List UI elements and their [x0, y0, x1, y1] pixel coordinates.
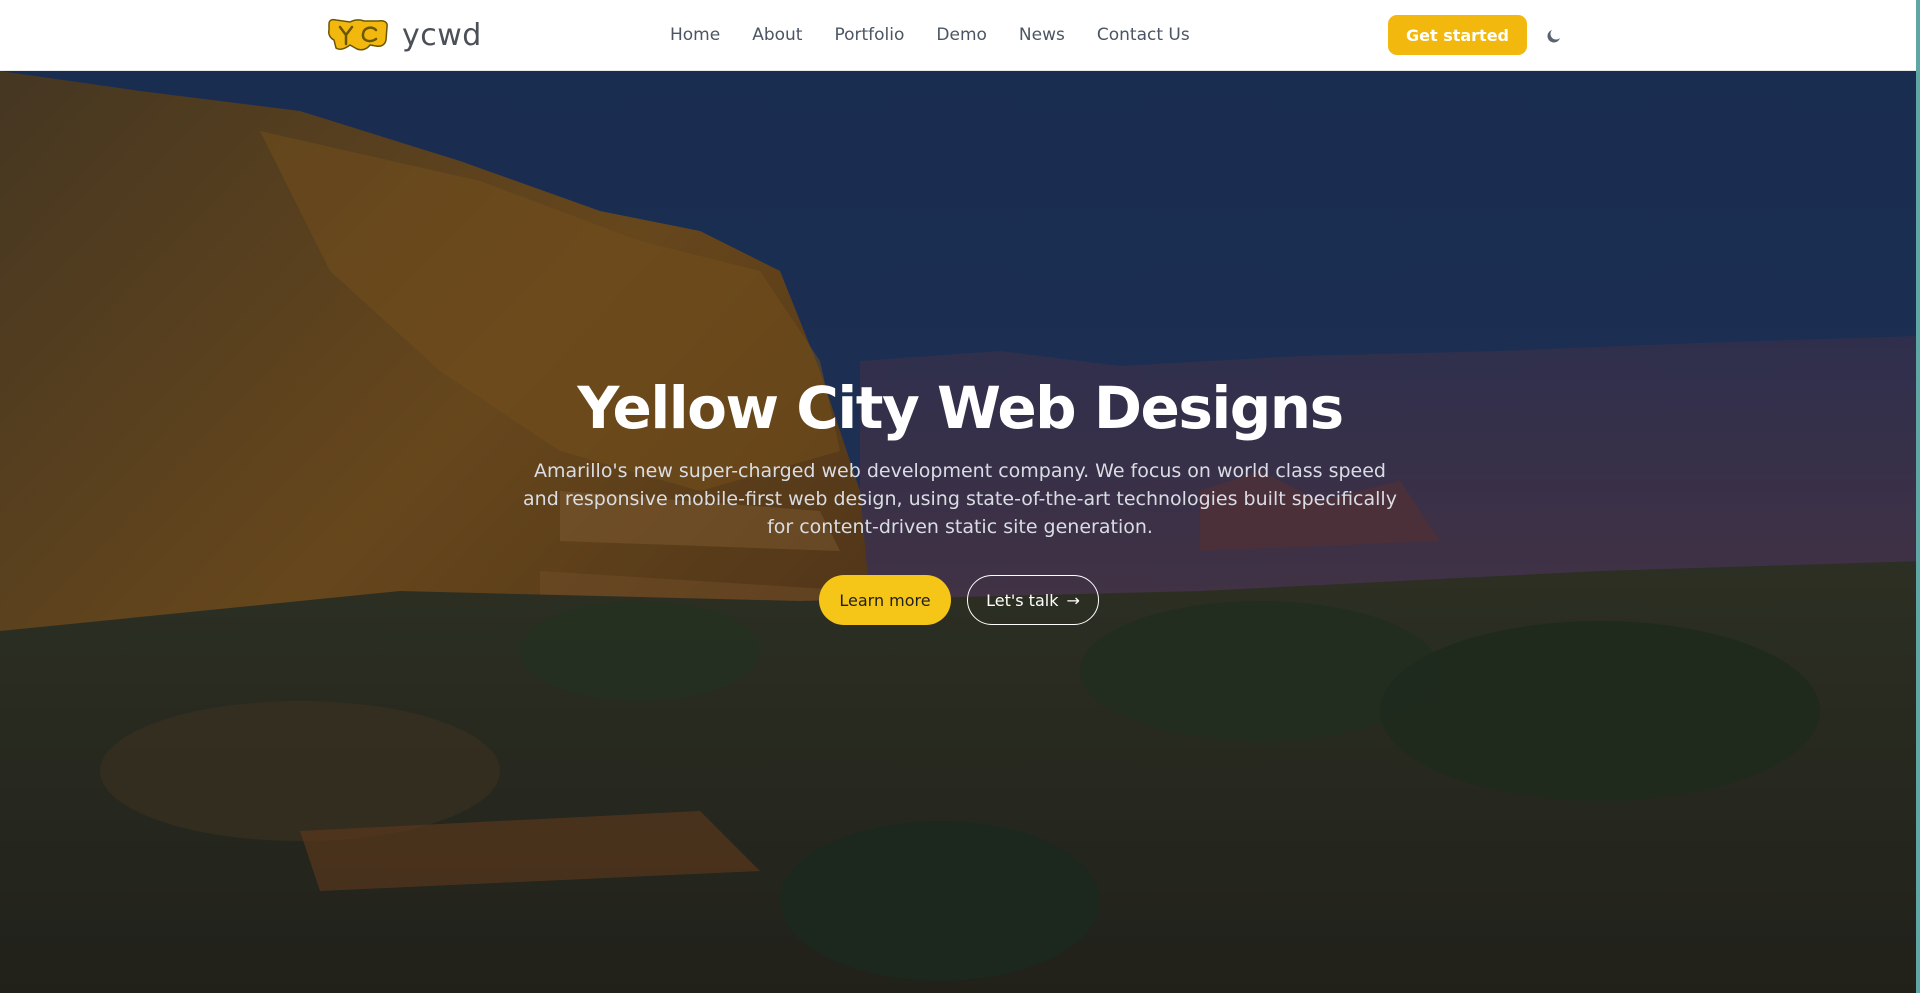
theme-toggle-button[interactable] — [1542, 24, 1566, 48]
lets-talk-button[interactable]: Let's talk → — [967, 575, 1099, 625]
nav-item-about[interactable]: About — [752, 0, 802, 71]
nav-item-contact-us[interactable]: Contact Us — [1097, 0, 1190, 71]
hero-title: Yellow City Web Designs — [577, 374, 1344, 442]
logo-link[interactable]: ycwd — [326, 18, 482, 54]
learn-more-button[interactable]: Learn more — [819, 575, 951, 625]
hero-subtitle: Amarillo's new super-charged web develop… — [523, 460, 1397, 538]
scrollbar-edge — [1916, 0, 1920, 993]
get-started-button[interactable]: Get started — [1388, 15, 1527, 55]
lets-talk-label: Let's talk — [986, 590, 1059, 610]
nav-item-home[interactable]: Home — [670, 0, 720, 71]
hero-section: Yellow City Web Designs Amarillo's new s… — [0, 71, 1920, 993]
logo-text: ycwd — [402, 18, 482, 53]
nav-item-portfolio[interactable]: Portfolio — [834, 0, 904, 71]
nav-item-news[interactable]: News — [1019, 0, 1065, 71]
logo-icon — [328, 18, 388, 51]
arrow-right-icon: → — [1066, 590, 1080, 610]
main-nav: Home About Portfolio Demo News Contact U… — [670, 0, 1190, 71]
site-header: ycwd Home About Portfolio Demo News Cont… — [0, 0, 1920, 71]
moon-icon — [1547, 30, 1560, 43]
nav-item-demo[interactable]: Demo — [936, 0, 987, 71]
hero-content: Yellow City Web Designs Amarillo's new s… — [0, 71, 1920, 993]
